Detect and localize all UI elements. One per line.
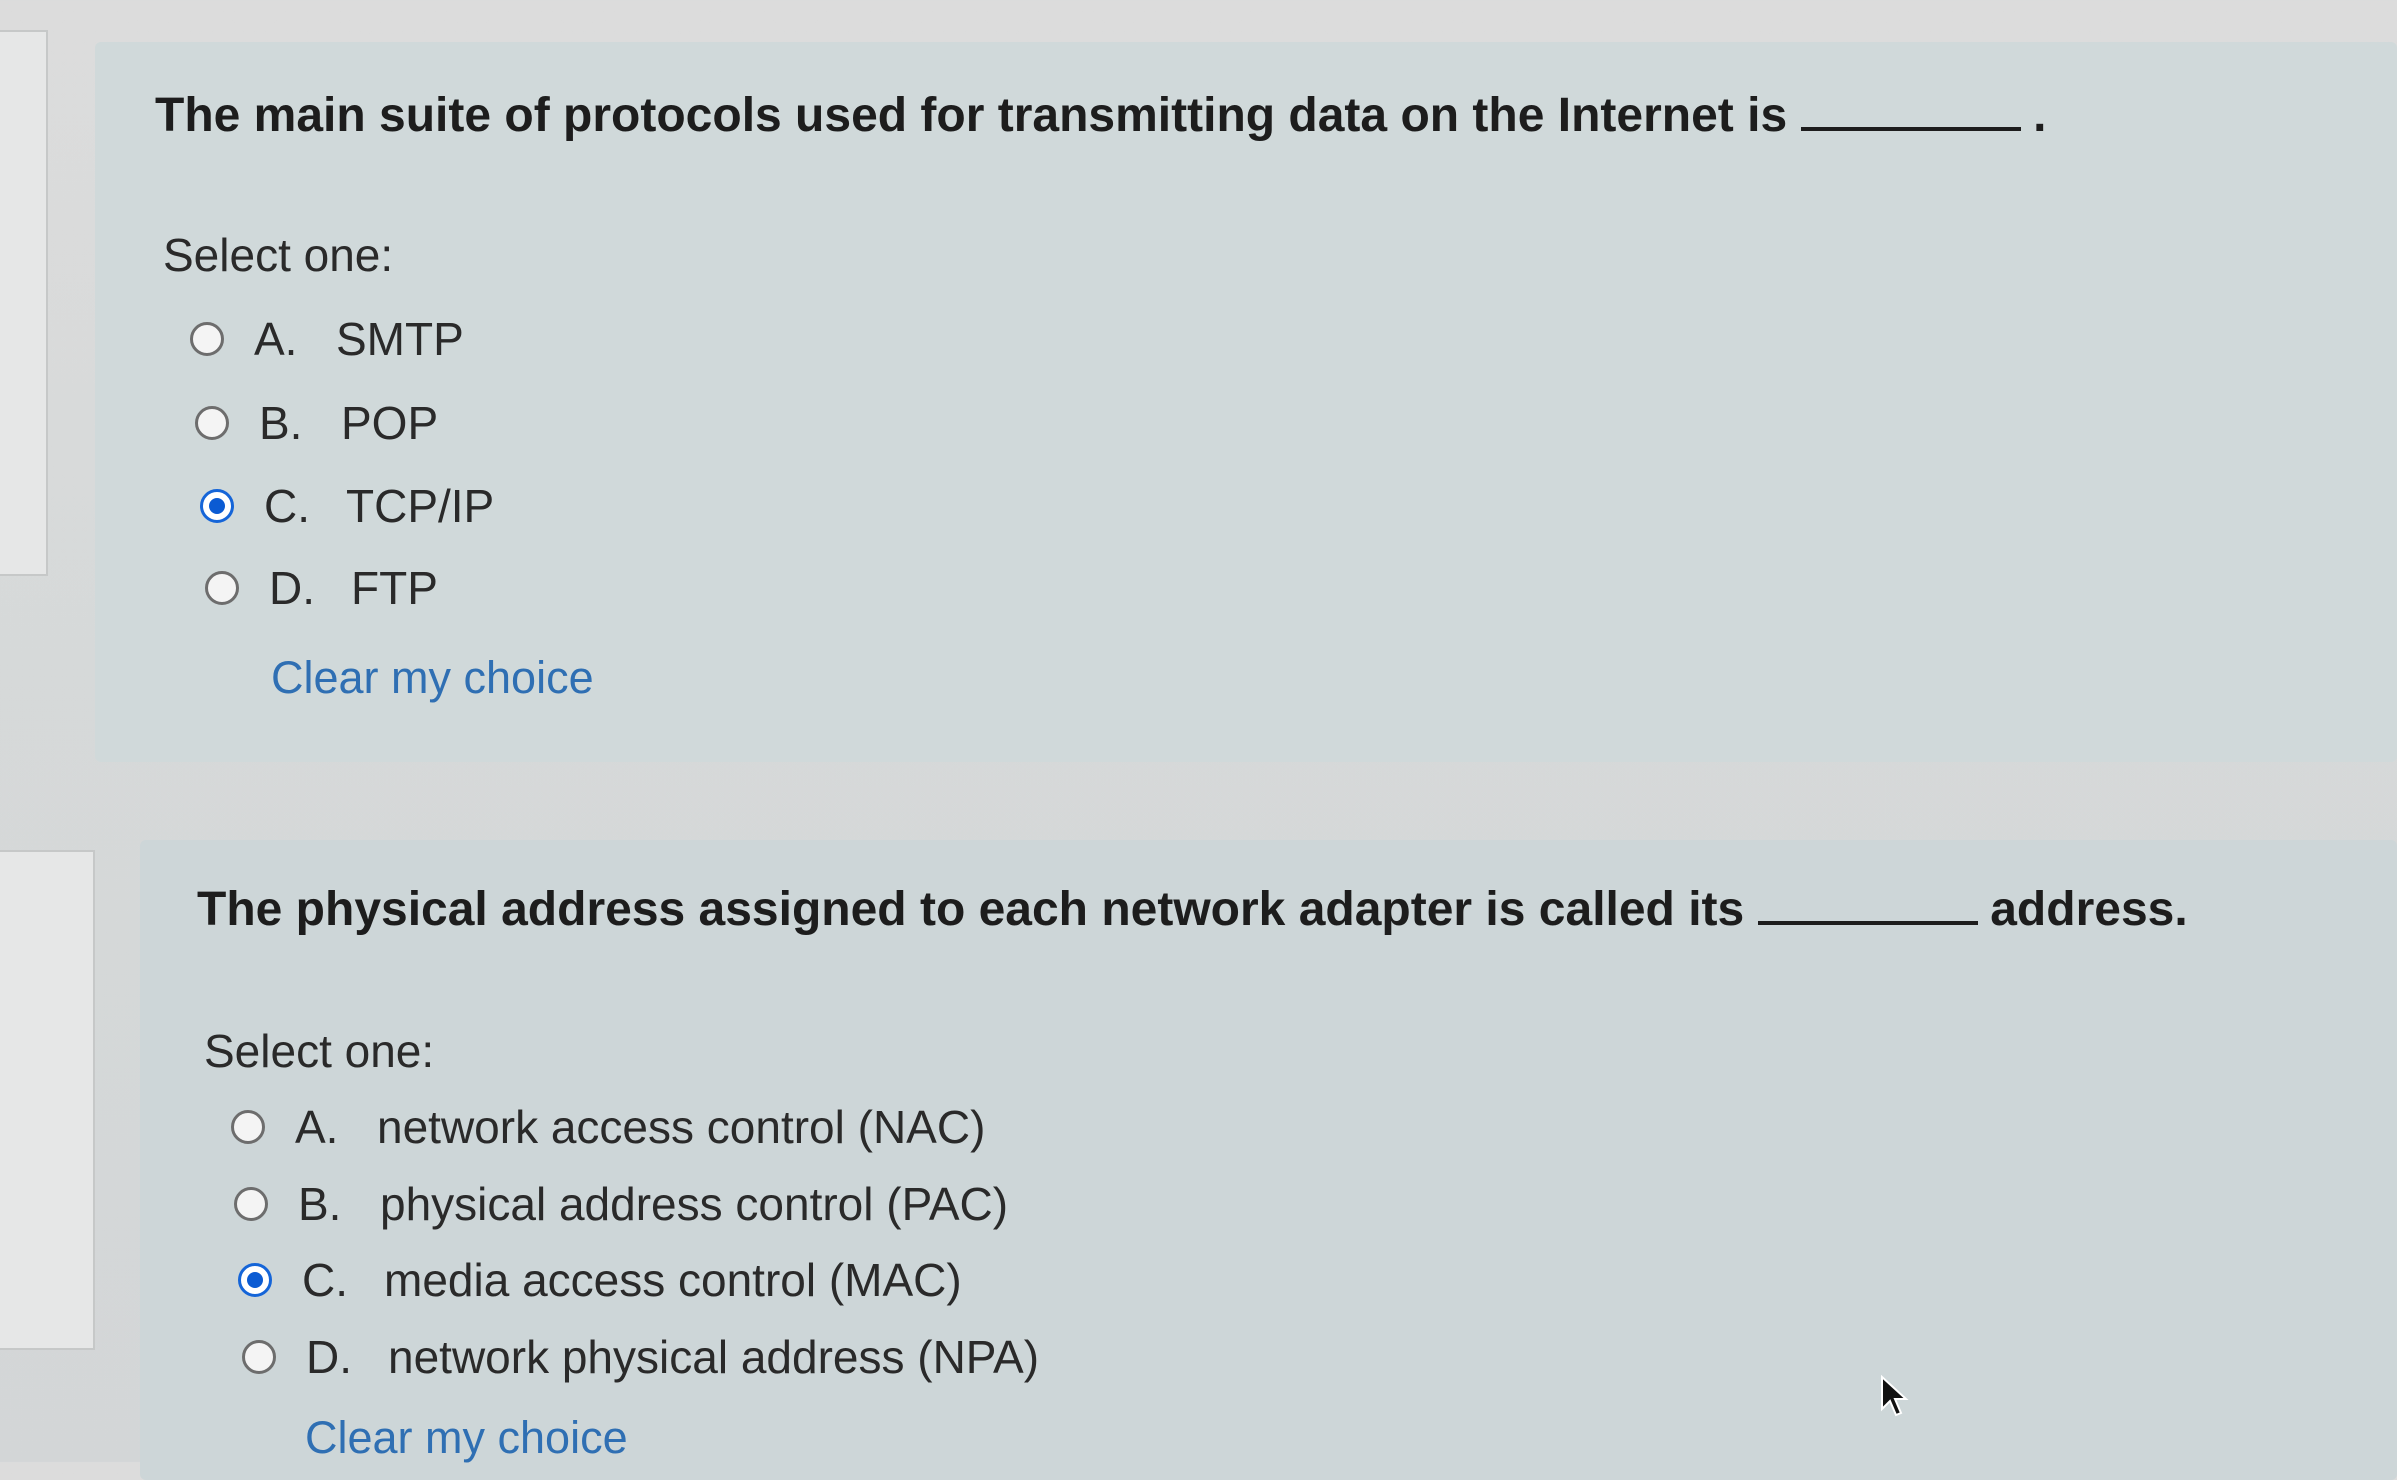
question-1-option-c[interactable]: C. TCP/IP <box>200 479 494 533</box>
question-1-option-d[interactable]: D. FTP <box>205 561 438 615</box>
question-1-option-b[interactable]: B. POP <box>195 396 438 450</box>
question-2-select-label: Select one: <box>204 1025 435 1077</box>
question-2-option-c[interactable]: C. media access control (MAC) <box>238 1253 962 1307</box>
question-1-select-label: Select one: <box>163 229 394 281</box>
question-2-blank <box>1758 921 1979 925</box>
option-letter: B. <box>298 1178 342 1230</box>
radio-button-selected[interactable] <box>238 1263 272 1297</box>
question-1-clear-choice-link[interactable]: Clear my choice <box>271 652 594 704</box>
option-label: network physical address (NPA) <box>388 1331 1040 1383</box>
option-label: network access control (NAC) <box>377 1101 986 1153</box>
question-1-text: The main suite of protocols used for tra… <box>155 88 2046 143</box>
question-2-text-after: address. <box>1990 883 2188 936</box>
radio-button[interactable] <box>205 571 239 605</box>
option-label: SMTP <box>336 313 464 365</box>
option-label: TCP/IP <box>346 480 495 532</box>
question-2-option-a[interactable]: A. network access control (NAC) <box>231 1100 985 1154</box>
option-letter: A. <box>254 313 298 365</box>
radio-button[interactable] <box>195 406 229 440</box>
question-2-option-d[interactable]: D. network physical address (NPA) <box>242 1330 1039 1384</box>
option-letter: A. <box>295 1101 339 1153</box>
radio-button[interactable] <box>190 322 224 356</box>
option-letter: C. <box>302 1254 348 1306</box>
option-label: FTP <box>351 562 438 614</box>
option-letter: D. <box>306 1331 352 1383</box>
question-2-clear-choice-link[interactable]: Clear my choice <box>305 1412 628 1464</box>
question-2-text: The physical address assigned to each ne… <box>197 882 2188 937</box>
option-letter: C. <box>264 480 310 532</box>
question-1-text-before: The main suite of protocols used for tra… <box>155 89 1788 142</box>
option-label: physical address control (PAC) <box>380 1178 1009 1230</box>
question-1-text-after: . <box>2033 89 2047 142</box>
option-letter: D. <box>269 562 315 614</box>
side-tab-question-2 <box>0 850 95 1350</box>
option-letter: B. <box>259 397 303 449</box>
radio-button[interactable] <box>231 1110 265 1144</box>
question-2-text-before: The physical address assigned to each ne… <box>197 883 1745 936</box>
radio-button[interactable] <box>234 1187 268 1221</box>
option-label: POP <box>341 397 439 449</box>
question-1-option-a[interactable]: A. SMTP <box>190 312 464 366</box>
question-1-blank <box>1801 127 2022 131</box>
mouse-cursor-icon <box>1881 1374 1909 1417</box>
option-label: media access control (MAC) <box>384 1254 962 1306</box>
question-2-option-b[interactable]: B. physical address control (PAC) <box>234 1177 1008 1231</box>
radio-button-selected[interactable] <box>200 489 234 523</box>
side-tab-question-1 <box>0 30 48 576</box>
radio-button[interactable] <box>242 1340 276 1374</box>
